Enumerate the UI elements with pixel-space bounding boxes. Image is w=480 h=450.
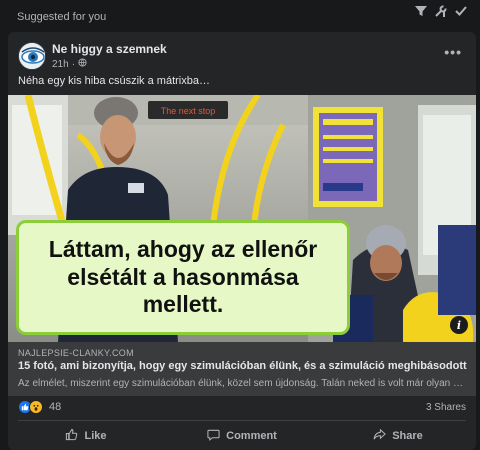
reactions-summary[interactable]: 48 xyxy=(18,400,61,414)
share-label: Share xyxy=(392,430,423,442)
reaction-icons xyxy=(18,400,43,414)
post-time[interactable]: 21h xyxy=(52,59,69,70)
more-options-button[interactable]: ••• xyxy=(444,44,462,60)
link-domain: NAJLEPSIE-CLANKY.COM xyxy=(18,348,134,358)
reaction-count: 48 xyxy=(49,401,62,413)
like-button[interactable]: Like xyxy=(8,422,164,450)
image-caption: Láttam, ahogy az ellenőr elsétált a haso… xyxy=(48,236,318,318)
like-label: Like xyxy=(84,430,107,442)
post-text: Néha egy kis hiba csúszik a mátrixba… xyxy=(18,75,210,87)
post-meta: 21h · xyxy=(52,58,87,70)
link-description: Az elmélet, miszerint egy szimulációban … xyxy=(18,378,466,389)
comment-button[interactable]: Comment xyxy=(164,422,320,450)
suggested-header: Suggested for you xyxy=(0,0,480,34)
link-preview[interactable]: NAJLEPSIE-CLANKY.COM 15 fotó, ami bizony… xyxy=(8,342,476,396)
info-icon[interactable]: i xyxy=(450,316,468,334)
page-name[interactable]: Ne higgy a szemnek xyxy=(52,42,167,56)
post-card: Ne higgy a szemnek 21h · ••• Néha egy ki… xyxy=(8,32,476,450)
post-image[interactable]: The next stop Láttam, ahogy az ellenőr e… xyxy=(8,95,476,342)
separator-dot: · xyxy=(71,58,76,70)
wow-icon xyxy=(29,400,43,414)
globe-icon xyxy=(78,58,87,70)
thumbs-up-icon xyxy=(65,428,78,444)
header-icons xyxy=(414,4,468,18)
comment-label: Comment xyxy=(226,430,277,442)
shares-count[interactable]: 3 Shares xyxy=(426,402,466,413)
filter-icon[interactable] xyxy=(414,4,428,18)
link-title[interactable]: 15 fotó, ami bizonyítja, hogy egy szimul… xyxy=(18,360,468,372)
image-caption-box: Láttam, ahogy az ellenőr elsétált a haso… xyxy=(16,220,350,335)
post-actions: Like Comment Share xyxy=(8,422,476,450)
comment-icon xyxy=(207,428,220,444)
page-avatar[interactable] xyxy=(18,42,46,70)
share-button[interactable]: Share xyxy=(320,422,476,450)
actions-divider xyxy=(18,420,466,421)
suggested-label: Suggested for you xyxy=(17,11,107,23)
tools-icon[interactable] xyxy=(434,4,448,18)
share-icon xyxy=(373,428,387,444)
check-icon[interactable] xyxy=(454,4,468,18)
next-stop-sign: The next stop xyxy=(161,106,216,116)
